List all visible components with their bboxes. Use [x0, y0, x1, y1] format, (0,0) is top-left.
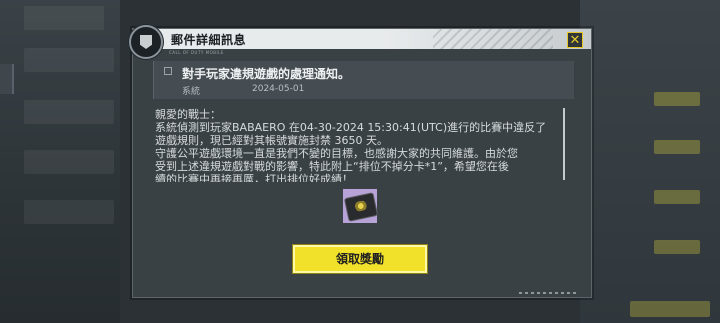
- mail-body-line: 守護公平遊戲環境一直是我們不變的目標，也感謝大家的共同維護。由於您: [155, 147, 518, 160]
- background-chip: [654, 190, 700, 204]
- logo-caption: CALL OF DUTY MOBILE: [169, 50, 224, 55]
- mail-subject: 對手玩家違規遊戲的處理通知。: [182, 67, 351, 81]
- background-row: [24, 100, 114, 124]
- background-tab: [0, 64, 14, 94]
- mail-icon: [164, 67, 172, 75]
- close-button[interactable]: ✕: [567, 32, 583, 48]
- mail-detail-dialog: 郵件詳細訊息 ✕ CALL OF DUTY MOBILE 對手玩家違規遊戲的處理…: [129, 25, 592, 298]
- mail-body-line: 系統偵測到玩家BABAERO 在04-30-2024 15:30:41(UTC)…: [155, 121, 547, 134]
- mail-body-line: 受到上述違規遊戲對戰的影響，特此附上“排位不掉分卡*1”，希望您在後: [155, 160, 509, 173]
- mail-header: 對手玩家違規遊戲的處理通知。 系統 2024-05-01: [153, 61, 574, 99]
- mail-body[interactable]: 親愛的戰士： 系統偵測到玩家BABAERO 在04-30-2024 15:30:…: [155, 108, 563, 182]
- background-chip: [654, 240, 700, 254]
- dialog-title: 郵件詳細訊息: [171, 33, 247, 47]
- claim-reward-button[interactable]: 領取獎勵: [292, 244, 428, 274]
- mail-date: 2024-05-01: [252, 84, 305, 94]
- background-chip: [654, 140, 700, 154]
- mail-body-line: 續的比賽中再接再厲，打出排位好成績！: [155, 173, 353, 182]
- background-row: [24, 48, 114, 72]
- mail-sender: 系統: [182, 87, 201, 97]
- game-logo: [129, 25, 163, 59]
- background-row: [24, 150, 114, 174]
- body-scrollbar[interactable]: [563, 108, 565, 180]
- background-chip: [654, 92, 700, 106]
- mail-body-line: 親愛的戰士：: [155, 108, 221, 121]
- background-right-panel: [580, 0, 720, 323]
- mail-body-line: 遊戲規則，現已經對其帳號實施封禁 3650 天。: [155, 134, 388, 147]
- card-emblem: [351, 199, 370, 213]
- dialog-footer-decoration: [519, 292, 579, 294]
- reward-item[interactable]: [343, 189, 379, 223]
- background-row: [24, 200, 114, 224]
- background-button: [630, 301, 710, 317]
- dialog-titlebar: 郵件詳細訊息 ✕: [133, 29, 591, 49]
- shield-icon: [140, 35, 152, 49]
- background-row: [24, 6, 104, 30]
- close-icon: ✕: [569, 33, 581, 48]
- titlebar-decoration: [433, 29, 553, 49]
